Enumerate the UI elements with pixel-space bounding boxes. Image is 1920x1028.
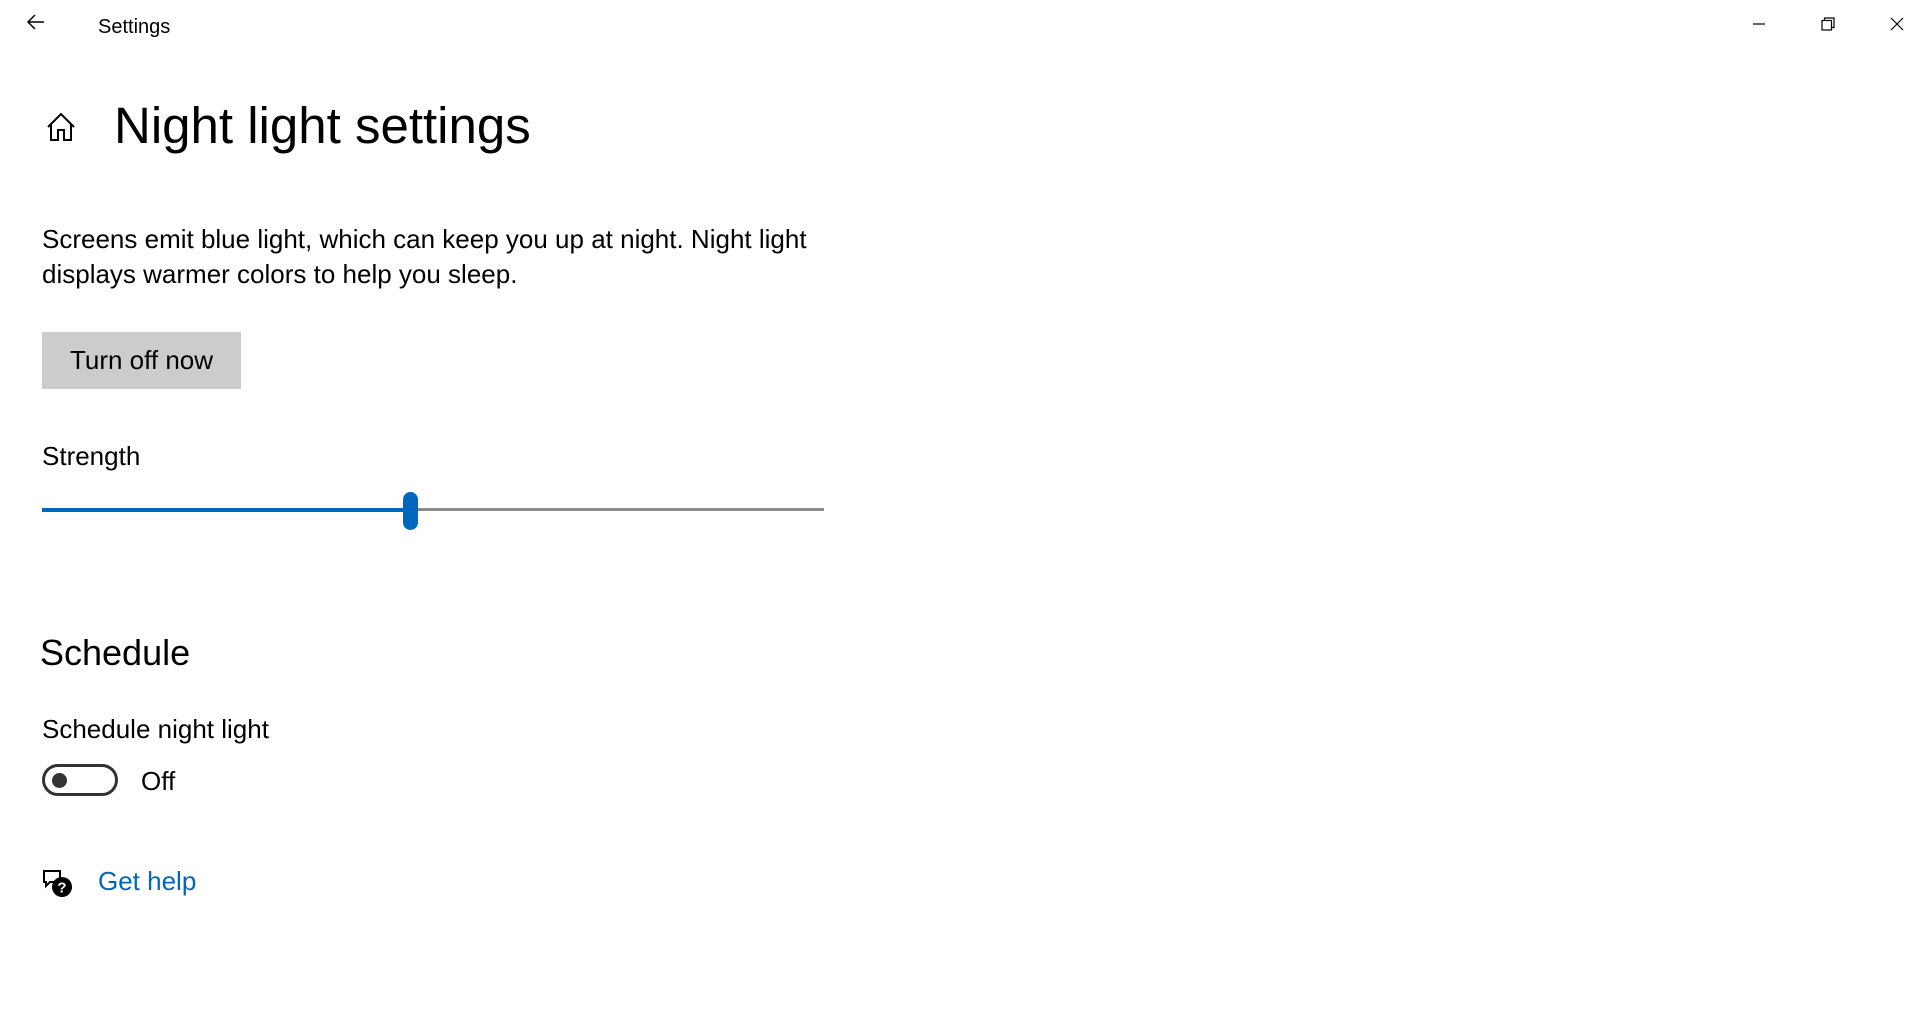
home-icon — [47, 112, 75, 141]
settings-window: Settings Night light settings Screens em… — [0, 0, 1920, 1028]
toggle-knob — [52, 773, 67, 788]
close-icon — [1890, 17, 1903, 31]
title-bar: Settings — [0, 0, 1920, 40]
get-help-link[interactable]: Get help — [98, 866, 196, 897]
close-button[interactable] — [1862, 0, 1920, 48]
svg-text:?: ? — [57, 880, 66, 897]
strength-label: Strength — [42, 441, 141, 471]
slider-fill — [42, 508, 410, 512]
schedule-night-light-label: Schedule night light — [42, 714, 269, 744]
toggle-state-text: Off — [141, 766, 176, 796]
description-text: Screens emit blue light, which can keep … — [42, 224, 807, 289]
restore-button[interactable] — [1793, 0, 1862, 48]
app-title: Settings — [98, 16, 171, 38]
restore-icon — [1820, 17, 1835, 31]
minimize-button[interactable] — [1724, 0, 1793, 48]
minimize-icon — [1752, 23, 1765, 25]
strength-slider[interactable] — [42, 492, 824, 530]
page-title: Night light settings — [114, 97, 531, 154]
schedule-night-light-toggle[interactable] — [42, 764, 118, 796]
help-chat-icon: ? — [40, 866, 74, 900]
slider-thumb[interactable] — [403, 492, 418, 530]
turn-off-now-button[interactable]: Turn off now — [42, 332, 241, 389]
back-button[interactable] — [14, 4, 58, 40]
schedule-heading: Schedule — [40, 632, 191, 673]
back-arrow-icon — [26, 14, 44, 30]
home-button[interactable] — [42, 108, 80, 146]
